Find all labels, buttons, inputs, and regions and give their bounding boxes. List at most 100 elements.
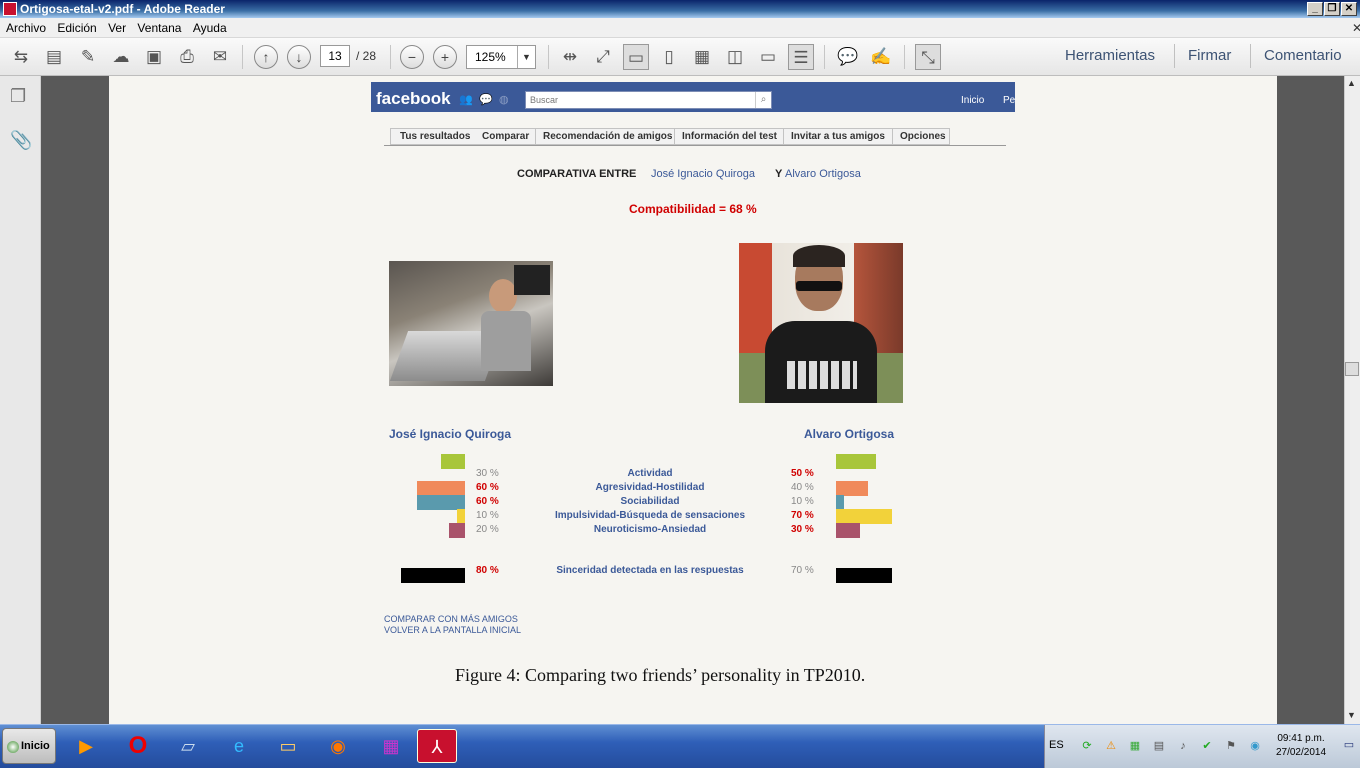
photo-person-b <box>739 243 903 403</box>
tab-informacion: Información del test <box>682 131 778 142</box>
tab-opciones: Opciones <box>900 131 946 142</box>
search-placeholder: Buscar <box>530 95 559 105</box>
two-page-icon[interactable]: ◫ <box>722 44 748 70</box>
folder-icon[interactable]: ▭ <box>268 729 308 763</box>
menu-archivo[interactable]: Archivo <box>0 18 46 38</box>
scroll-up-icon[interactable]: ▲ <box>1347 78 1356 88</box>
security-icon[interactable]: ✔ <box>1200 739 1214 753</box>
sign-link[interactable]: Firmar <box>1188 46 1231 66</box>
trait-bar-a <box>449 523 465 538</box>
zoom-in-icon[interactable]: + <box>433 45 457 69</box>
comment-link[interactable]: Comentario <box>1264 46 1342 66</box>
show-desktop-icon[interactable]: ▭ <box>1341 738 1357 754</box>
upload-cloud-icon[interactable]: ☁ <box>108 44 134 70</box>
open-icon[interactable]: ⇆ <box>8 44 34 70</box>
monitor-icon[interactable]: ▭ <box>755 44 781 70</box>
page-number-input[interactable]: 13 <box>320 45 350 67</box>
opera-icon[interactable]: O <box>118 729 158 763</box>
comment-icon[interactable]: 💬 <box>835 44 861 70</box>
trait-bar-b <box>836 523 860 538</box>
single-page-icon[interactable]: ▭ <box>623 44 649 70</box>
minimize-button[interactable]: _ <box>1307 2 1323 16</box>
clock[interactable]: 09:41 p.m. 27/02/2014 <box>1270 732 1332 760</box>
language-indicator[interactable]: ES <box>1049 738 1064 752</box>
fullscreen-icon[interactable]: ⤡ <box>915 44 941 70</box>
menu-ventana[interactable]: Ventana <box>131 18 181 38</box>
sincerity-value-b: 70 % <box>791 565 814 576</box>
grid-view-icon[interactable]: ▦ <box>689 44 715 70</box>
firefox-icon[interactable]: ◉ <box>318 729 358 763</box>
sincerity-label: Sinceridad detectada en las respuestas <box>556 565 744 576</box>
sincerity-bar-a <box>401 568 465 583</box>
tools-link[interactable]: Herramientas <box>1065 46 1155 66</box>
trait-value-a: 20 % <box>476 524 499 535</box>
grid-tray-icon[interactable]: ▦ <box>1128 739 1142 753</box>
clock-date: 27/02/2014 <box>1275 747 1327 758</box>
person-a-name: José Ignacio Quiroga <box>389 427 512 441</box>
adobe-reader-icon <box>3 2 17 16</box>
clock-time: 09:41 p.m. <box>1277 733 1325 744</box>
fb-nav-profile: Pe <box>1003 95 1016 106</box>
print-icon[interactable]: ⎙ <box>174 44 200 70</box>
app-window-icon[interactable]: ▱ <box>168 729 208 763</box>
sync-icon[interactable]: ⟳ <box>1080 739 1094 753</box>
photo-person-a <box>389 261 553 386</box>
attachment-icon[interactable]: 📎 <box>10 130 32 151</box>
trait-label: Agresividad-Hostilidad <box>595 482 705 493</box>
scroll-down-icon[interactable]: ▼ <box>1347 710 1356 720</box>
edit-icon[interactable]: ✎ <box>75 44 101 70</box>
vertical-scrollbar[interactable]: ▲ ▼ <box>1344 76 1360 724</box>
warning-icon[interactable]: ⚠ <box>1104 739 1118 753</box>
menu-ayuda[interactable]: Ayuda <box>187 18 227 38</box>
trait-value-b: 70 % <box>791 510 814 521</box>
volume-icon[interactable]: ♪ <box>1176 739 1190 753</box>
adobe-reader-task-icon[interactable]: ⅄ <box>417 729 457 763</box>
sincerity-value-a: 80 % <box>476 565 499 576</box>
previous-page-icon[interactable]: ↑ <box>254 45 278 69</box>
email-icon[interactable]: ✉ <box>207 44 233 70</box>
trait-value-a: 10 % <box>476 510 499 521</box>
scrolling-icon[interactable]: ☰ <box>788 44 814 70</box>
scrollbar-thumb[interactable] <box>1345 362 1359 376</box>
media-player-icon[interactable]: ▶ <box>66 729 106 763</box>
highlight-icon[interactable]: ✍ <box>868 44 894 70</box>
navigation-panel: ❐ 📎 <box>0 76 41 724</box>
fit-page-icon[interactable]: ⤢ <box>590 44 616 70</box>
restore-button[interactable]: ❐ <box>1324 2 1340 16</box>
window-title: Ortigosa-etal-v2.pdf - Adobe Reader <box>20 2 225 16</box>
page-view-icon[interactable]: ▯ <box>656 44 682 70</box>
save-icon[interactable]: ▣ <box>141 44 167 70</box>
pages-icon[interactable]: ❐ <box>10 86 26 107</box>
next-page-icon[interactable]: ↓ <box>287 45 311 69</box>
tab-invitar: Invitar a tus amigos <box>791 131 885 142</box>
bluetooth-icon[interactable]: ◉ <box>1248 739 1262 753</box>
trait-bar-b <box>836 454 876 469</box>
comparison-heading: COMPARATIVA ENTRE <box>517 168 637 180</box>
search-icon: ⌕ <box>755 92 771 108</box>
trait-bar-a <box>457 509 465 524</box>
start-button[interactable]: Inicio <box>2 728 56 764</box>
network-icon[interactable]: ▤ <box>1152 739 1166 753</box>
apps-grid-icon[interactable]: ▦ <box>371 729 411 763</box>
internet-explorer-icon[interactable]: e <box>219 729 259 763</box>
facebook-search-input: Buscar ⌕ <box>525 91 772 109</box>
facebook-logo: facebook <box>376 89 451 108</box>
trait-bar-b <box>836 481 868 496</box>
fb-nav-home: Inicio <box>961 95 985 106</box>
menu-ver[interactable]: Ver <box>102 18 126 38</box>
messages-icon: 💬 <box>479 94 493 106</box>
zoom-out-icon[interactable]: − <box>400 45 424 69</box>
zoom-select[interactable]: 125% ▼ <box>466 45 536 69</box>
start-label: Inicio <box>21 740 50 752</box>
close-button[interactable]: ✕ <box>1341 2 1357 16</box>
friends-icon: 👥 <box>459 94 473 106</box>
menu-edicion[interactable]: Edición <box>51 18 96 38</box>
trait-label: Neuroticismo-Ansiedad <box>593 524 707 535</box>
create-pdf-icon[interactable]: ▤ <box>41 44 67 70</box>
chevron-down-icon[interactable]: ▼ <box>517 46 535 68</box>
menu-close-doc-icon[interactable]: ✕ <box>1346 18 1360 38</box>
flag-icon[interactable]: ⚑ <box>1224 739 1238 753</box>
trait-value-b: 30 % <box>791 524 814 535</box>
fit-width-icon[interactable]: ⇹ <box>557 44 583 70</box>
zoom-value: 125% <box>475 50 506 64</box>
